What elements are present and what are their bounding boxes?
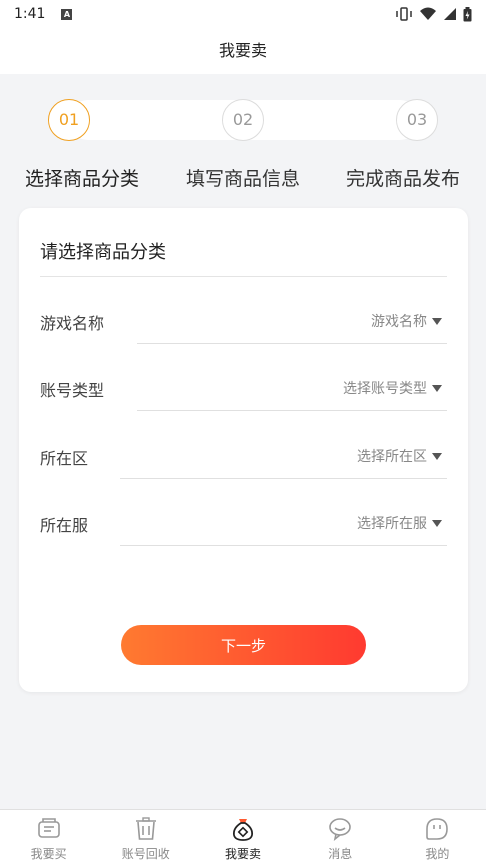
notification-a-icon: A xyxy=(61,8,73,20)
divider xyxy=(137,343,447,344)
caret-down-icon xyxy=(432,384,442,392)
tab-buy[interactable]: 我要买 xyxy=(0,810,97,864)
tab-sell[interactable]: 我要卖 xyxy=(194,810,291,864)
tab-recycle-label: 账号回收 xyxy=(121,847,170,861)
step-1-label: 选择商品分类 xyxy=(25,168,140,190)
tab-sell-label: 我要卖 xyxy=(225,847,262,861)
category-form-card: 请选择商品分类 游戏名称 游戏名称 账号类型 选择账号类型 所在区 选择所在区 … xyxy=(19,208,468,692)
trash-icon xyxy=(135,817,156,840)
step-2-label: 填写商品信息 xyxy=(186,168,301,190)
tab-messages-label: 消息 xyxy=(328,847,353,861)
caret-down-icon xyxy=(432,452,442,460)
next-step-button[interactable]: 下一步 xyxy=(121,625,366,665)
account-type-placeholder: 选择账号类型 xyxy=(343,381,427,397)
smile-face-icon xyxy=(426,818,449,840)
server-label: 所在服 xyxy=(40,516,89,535)
step-1-indicator: 01 xyxy=(48,99,90,141)
step-2-indicator: 02 xyxy=(222,99,264,141)
tab-mine[interactable]: 我的 xyxy=(389,810,486,864)
account-type-select[interactable]: 选择账号类型 xyxy=(343,378,442,398)
page-title: 我要卖 xyxy=(0,28,486,74)
server-placeholder: 选择所在服 xyxy=(357,516,427,532)
chat-bubble-icon xyxy=(329,818,352,841)
bottom-tab-bar: 我要买 账号回收 我要卖 消息 我的 xyxy=(0,809,486,864)
game-name-select[interactable]: 游戏名称 xyxy=(371,311,442,331)
region-select[interactable]: 选择所在区 xyxy=(357,446,442,466)
step-3-label: 完成商品发布 xyxy=(346,168,461,190)
divider xyxy=(40,276,447,277)
account-type-label: 账号类型 xyxy=(40,381,105,400)
status-icons xyxy=(395,6,472,22)
status-bar: 1:41 A xyxy=(0,0,486,28)
server-select[interactable]: 选择所在服 xyxy=(357,513,442,533)
region-label: 所在区 xyxy=(40,449,89,468)
caret-down-icon xyxy=(432,519,442,527)
region-placeholder: 选择所在区 xyxy=(357,449,427,465)
ticket-icon xyxy=(37,818,60,838)
signal-icon xyxy=(444,8,456,20)
divider xyxy=(120,478,447,479)
caret-down-icon xyxy=(432,317,442,325)
tab-recycle[interactable]: 账号回收 xyxy=(97,810,194,864)
status-time: 1:41 xyxy=(14,6,46,22)
tab-mine-label: 我的 xyxy=(425,847,450,861)
tab-messages[interactable]: 消息 xyxy=(292,810,389,864)
vibrate-icon xyxy=(396,7,412,21)
tab-buy-label: 我要买 xyxy=(30,847,67,861)
game-name-label: 游戏名称 xyxy=(40,314,105,333)
divider xyxy=(120,545,447,546)
wifi-icon xyxy=(420,7,436,20)
form-title: 请选择商品分类 xyxy=(40,242,166,263)
step-3-indicator: 03 xyxy=(396,99,438,141)
divider xyxy=(137,410,447,411)
money-bag-icon xyxy=(232,819,254,841)
game-name-placeholder: 游戏名称 xyxy=(371,314,427,330)
battery-icon xyxy=(463,6,472,21)
